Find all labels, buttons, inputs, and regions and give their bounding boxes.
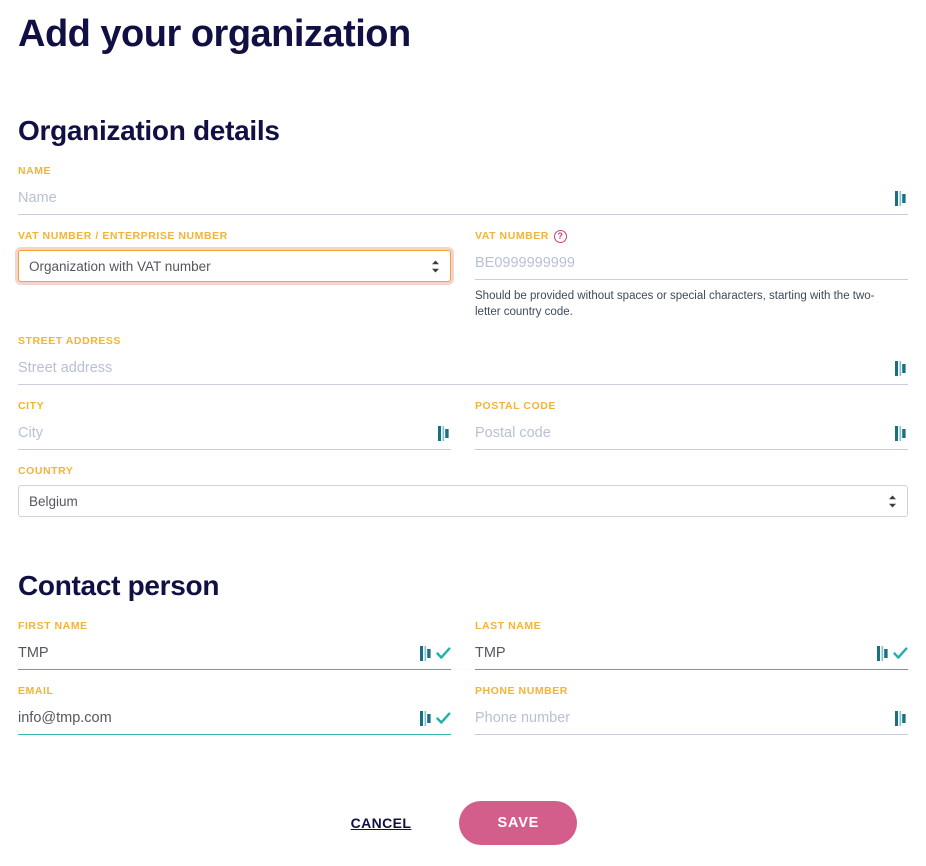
keyboard-input-icon	[438, 425, 449, 441]
vat-number-input[interactable]	[475, 251, 908, 278]
label-vat-type-text: VAT NUMBER / ENTERPRISE NUMBER	[18, 230, 228, 242]
label-postal-code: POSTAL CODE	[475, 399, 908, 413]
country-select[interactable]: Belgium	[18, 485, 908, 517]
city-input-adornment	[438, 425, 451, 444]
field-last-name: LAST NAME	[475, 605, 908, 670]
country-select-value: Belgium	[29, 493, 78, 509]
vat-type-select-value: Organization with VAT number	[29, 258, 211, 274]
updown-stepper-icon	[889, 495, 896, 507]
phone-number-input-adornment	[895, 710, 908, 729]
form-actions: CANCEL SAVE	[18, 735, 908, 845]
vat-type-select-wrap[interactable]: Organization with VAT number	[18, 250, 451, 282]
vat-type-select[interactable]: Organization with VAT number	[18, 250, 451, 282]
city-input-wrap[interactable]	[18, 420, 451, 450]
street-address-input-adornment	[895, 360, 908, 379]
row-name: NAME	[18, 150, 908, 215]
row-email-phone: EMAIL info@tmp.com PHONE NUMBER Phone nu…	[18, 670, 908, 735]
row-street-address: STREET ADDRESS	[18, 320, 908, 385]
label-phone-number-text: PHONE NUMBER	[475, 685, 568, 697]
section-title-organization: Organization details	[18, 115, 280, 146]
label-phone-number: PHONE NUMBER	[475, 684, 908, 698]
row-first-last-name: FIRST NAME TMP LAST NAME TMP	[18, 605, 908, 670]
label-first-name: FIRST NAME	[18, 619, 451, 633]
phone-number-input-wrap[interactable]	[475, 705, 908, 735]
field-postal-code: POSTAL CODE	[475, 385, 908, 450]
first-name-input-wrap[interactable]	[18, 640, 451, 670]
vat-number-help-text: Should be provided without spaces or spe…	[475, 290, 875, 318]
label-street-address: STREET ADDRESS	[18, 334, 908, 348]
vat-number-input-wrap[interactable]	[475, 250, 908, 280]
organization-details-section: Organization details NAME Name VAT NUMBE…	[18, 60, 908, 517]
label-vat-number: VAT NUMBER ?	[475, 229, 908, 243]
field-email: EMAIL	[18, 670, 451, 735]
keyboard-input-icon	[877, 645, 888, 661]
updown-stepper-icon	[432, 260, 439, 272]
label-first-name-text: FIRST NAME	[18, 620, 88, 632]
keyboard-input-icon	[420, 645, 431, 661]
street-address-input[interactable]	[18, 356, 895, 383]
label-name: NAME	[18, 164, 908, 178]
last-name-input[interactable]	[475, 641, 877, 668]
contact-person-section: Contact person FIRST NAME TMP LAST NAME …	[18, 517, 908, 735]
keyboard-input-icon	[895, 360, 906, 376]
label-city-text: CITY	[18, 400, 45, 412]
field-vat-type: VAT NUMBER / ENTERPRISE NUMBER Organizat…	[18, 215, 451, 320]
field-street-address: STREET ADDRESS	[18, 320, 908, 385]
label-postal-code-text: POSTAL CODE	[475, 400, 556, 412]
email-input-wrap[interactable]	[18, 705, 451, 735]
last-name-input-adornment	[877, 645, 908, 664]
name-input-wrap[interactable]	[18, 185, 908, 215]
add-organization-page: Add your organization Organization detai…	[0, 0, 926, 866]
country-select-wrap[interactable]: Belgium	[18, 485, 908, 517]
label-last-name-text: LAST NAME	[475, 620, 542, 632]
keyboard-input-icon	[420, 710, 431, 726]
first-name-input-adornment	[420, 645, 451, 664]
save-button[interactable]: SAVE	[459, 801, 578, 845]
label-country-text: COUNTRY	[18, 465, 74, 477]
field-phone-number: PHONE NUMBER	[475, 670, 908, 735]
row-vat: VAT NUMBER / ENTERPRISE NUMBER Organizat…	[18, 215, 908, 320]
phone-number-input[interactable]	[475, 706, 895, 733]
label-email-text: EMAIL	[18, 685, 54, 697]
first-name-input[interactable]	[18, 641, 420, 668]
check-icon	[893, 646, 908, 659]
field-name: NAME	[18, 150, 908, 215]
street-address-input-wrap[interactable]	[18, 355, 908, 385]
keyboard-input-icon	[895, 425, 906, 441]
section-title-contact: Contact person	[18, 570, 220, 601]
row-city-postal: CITY City POSTAL CODE Postal code	[18, 385, 908, 450]
question-mark-icon[interactable]: ?	[553, 229, 567, 243]
field-country: COUNTRY Belgium	[18, 450, 908, 517]
label-email: EMAIL	[18, 684, 451, 698]
city-input[interactable]	[18, 421, 438, 448]
name-input-adornment	[895, 190, 908, 209]
postal-code-input-wrap[interactable]	[475, 420, 908, 450]
field-first-name: FIRST NAME	[18, 605, 451, 670]
postal-code-input-adornment	[895, 425, 908, 444]
postal-code-input[interactable]	[475, 421, 895, 448]
check-icon	[436, 711, 451, 724]
field-vat-number: VAT NUMBER ? Should be provided without …	[475, 215, 908, 320]
cancel-button[interactable]: CANCEL	[349, 811, 414, 835]
check-icon	[436, 646, 451, 659]
field-city: CITY	[18, 385, 451, 450]
keyboard-input-icon	[895, 710, 906, 726]
email-input[interactable]	[18, 706, 420, 733]
label-street-address-text: STREET ADDRESS	[18, 335, 121, 347]
label-city: CITY	[18, 399, 451, 413]
label-vat-type: VAT NUMBER / ENTERPRISE NUMBER	[18, 229, 451, 243]
label-last-name: LAST NAME	[475, 619, 908, 633]
last-name-input-wrap[interactable]	[475, 640, 908, 670]
name-input[interactable]	[18, 186, 895, 213]
label-vat-number-text: VAT NUMBER	[475, 230, 549, 242]
label-name-text: NAME	[18, 165, 52, 177]
page-title: Add your organization	[18, 13, 411, 55]
email-input-adornment	[420, 710, 451, 729]
row-country: COUNTRY Belgium	[18, 450, 908, 517]
label-country: COUNTRY	[18, 464, 908, 478]
keyboard-input-icon	[895, 190, 906, 206]
